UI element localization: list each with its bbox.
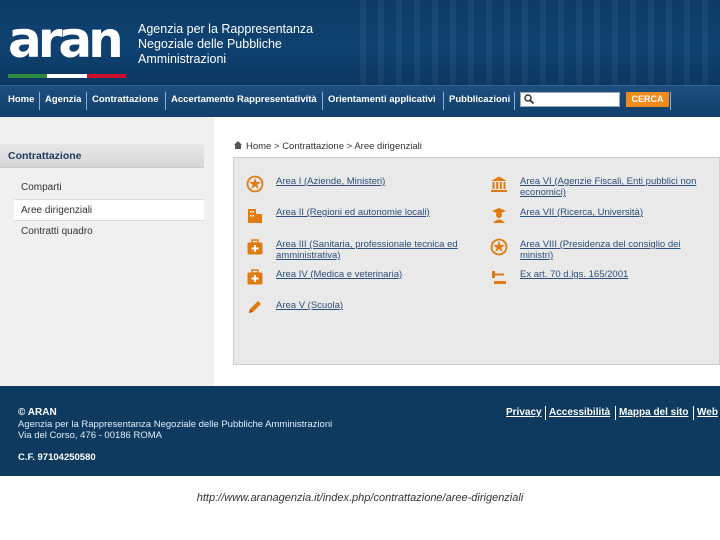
medical-kit-icon <box>247 269 263 285</box>
area-link-area-vi[interactable]: Area VI (Agenzie Fiscali, Enti pubblici … <box>520 176 710 198</box>
graduate-icon <box>492 208 506 223</box>
nav-separator <box>86 92 87 110</box>
sidebar-item-aree-dirigenziali[interactable]: Aree dirigenziali <box>14 199 204 221</box>
breadcrumb-separator: > <box>273 141 280 152</box>
header-background-building <box>360 0 720 85</box>
flag-green <box>8 74 48 78</box>
site-footer: © ARAN Agenzia per la Rappresentanza Neg… <box>0 386 720 476</box>
flag-white <box>47 74 87 78</box>
nav-orientamenti[interactable]: Orientamenti applicativi <box>328 86 436 117</box>
building-icon <box>248 209 262 223</box>
search-box <box>520 92 620 107</box>
aran-logo[interactable]: aran <box>8 15 130 66</box>
medical-kit-icon <box>247 239 263 255</box>
sidebar-item-contratti-quadro[interactable]: Contratti quadro <box>14 221 204 243</box>
area-link-area-v[interactable]: Area V (Scuola) <box>276 300 471 311</box>
site-header: aran Agenzia per la Rappresentanza Negoz… <box>0 0 720 85</box>
emblem-icon <box>246 175 264 193</box>
breadcrumb-current: Aree dirigenziali <box>354 141 422 152</box>
nav-home[interactable]: Home <box>8 86 34 117</box>
nav-contrattazione[interactable]: Contrattazione <box>92 86 159 117</box>
emblem-icon <box>490 238 508 256</box>
footer-link-web[interactable]: Web <box>697 407 718 418</box>
nav-separator <box>670 92 671 110</box>
sidebar-title: Contrattazione <box>0 144 204 168</box>
area-link-area-vii[interactable]: Area VII (Ricerca, Università) <box>520 207 715 218</box>
sidebar-item-comparti[interactable]: Comparti <box>14 177 204 199</box>
footer-link-separator <box>693 406 694 420</box>
page-url-caption: http://www.aranagenzia.it/index.php/cont… <box>196 492 524 504</box>
gavel-icon <box>492 271 506 284</box>
nav-separator <box>514 92 515 110</box>
breadcrumb-home[interactable]: Home <box>246 141 271 152</box>
nav-agenzia[interactable]: Agenzia <box>45 86 81 117</box>
agency-name-line-3: Amministrazioni <box>138 52 227 66</box>
breadcrumb-separator: > <box>346 141 353 152</box>
main-nav: Home Agenzia Contrattazione Accertamento… <box>0 85 720 117</box>
footer-link-sitemap[interactable]: Mappa del sito <box>619 407 688 418</box>
flag-red <box>86 74 126 78</box>
area-link-area-viii[interactable]: Area VIII (Presidenza del consiglio dei … <box>520 239 710 261</box>
bank-icon <box>491 176 507 192</box>
search-icon <box>524 94 534 104</box>
area-link-ex-art-70[interactable]: Ex art. 70 d.lgs. 165/2001 <box>520 269 715 280</box>
footer-tax-code: C.F. 97104250580 <box>18 452 96 463</box>
area-link-area-ii[interactable]: Area II (Regioni ed autonomie locali) <box>276 207 471 218</box>
areas-panel: Area I (Aziende, Ministeri) Area II (Reg… <box>233 157 720 365</box>
footer-link-privacy[interactable]: Privacy <box>506 407 542 418</box>
footer-link-separator <box>615 406 616 420</box>
italian-flag-stripe <box>8 74 126 78</box>
nav-separator <box>322 92 323 110</box>
nav-separator <box>39 92 40 110</box>
footer-link-accessibility[interactable]: Accessibilità <box>549 407 610 418</box>
home-icon <box>234 141 242 149</box>
agency-name-line-2: Negoziale delle Pubbliche <box>138 37 282 51</box>
agency-name-line-1: Agenzia per la Rappresentanza <box>138 22 314 36</box>
search-input[interactable] <box>537 93 619 106</box>
footer-address: Via del Corso, 476 - 00186 ROMA <box>18 430 162 441</box>
nav-pubblicazioni[interactable]: Pubblicazioni <box>449 86 510 117</box>
area-link-area-iii[interactable]: Area III (Sanitaria, professionale tecni… <box>276 239 471 261</box>
footer-link-separator <box>545 406 546 420</box>
breadcrumb: Home > Contrattazione > Aree dirigenzial… <box>233 140 422 152</box>
breadcrumb-section[interactable]: Contrattazione <box>282 141 344 152</box>
sidebar: Contrattazione Comparti Aree dirigenzial… <box>0 117 214 387</box>
footer-agency-name: Agenzia per la Rappresentanza Negoziale … <box>18 419 333 430</box>
agency-name: Agenzia per la Rappresentanza Negoziale … <box>138 22 313 67</box>
nav-separator <box>165 92 166 110</box>
nav-separator <box>443 92 444 110</box>
search-button[interactable]: CERCA <box>626 92 669 107</box>
area-link-area-i[interactable]: Area I (Aziende, Ministeri) <box>276 176 471 187</box>
nav-accertamento[interactable]: Accertamento Rappresentatività <box>171 86 317 117</box>
footer-copyright: © ARAN <box>18 407 57 418</box>
area-link-area-iv[interactable]: Area IV (Medica e veterinaria) <box>276 269 471 280</box>
pencil-icon <box>249 301 261 313</box>
